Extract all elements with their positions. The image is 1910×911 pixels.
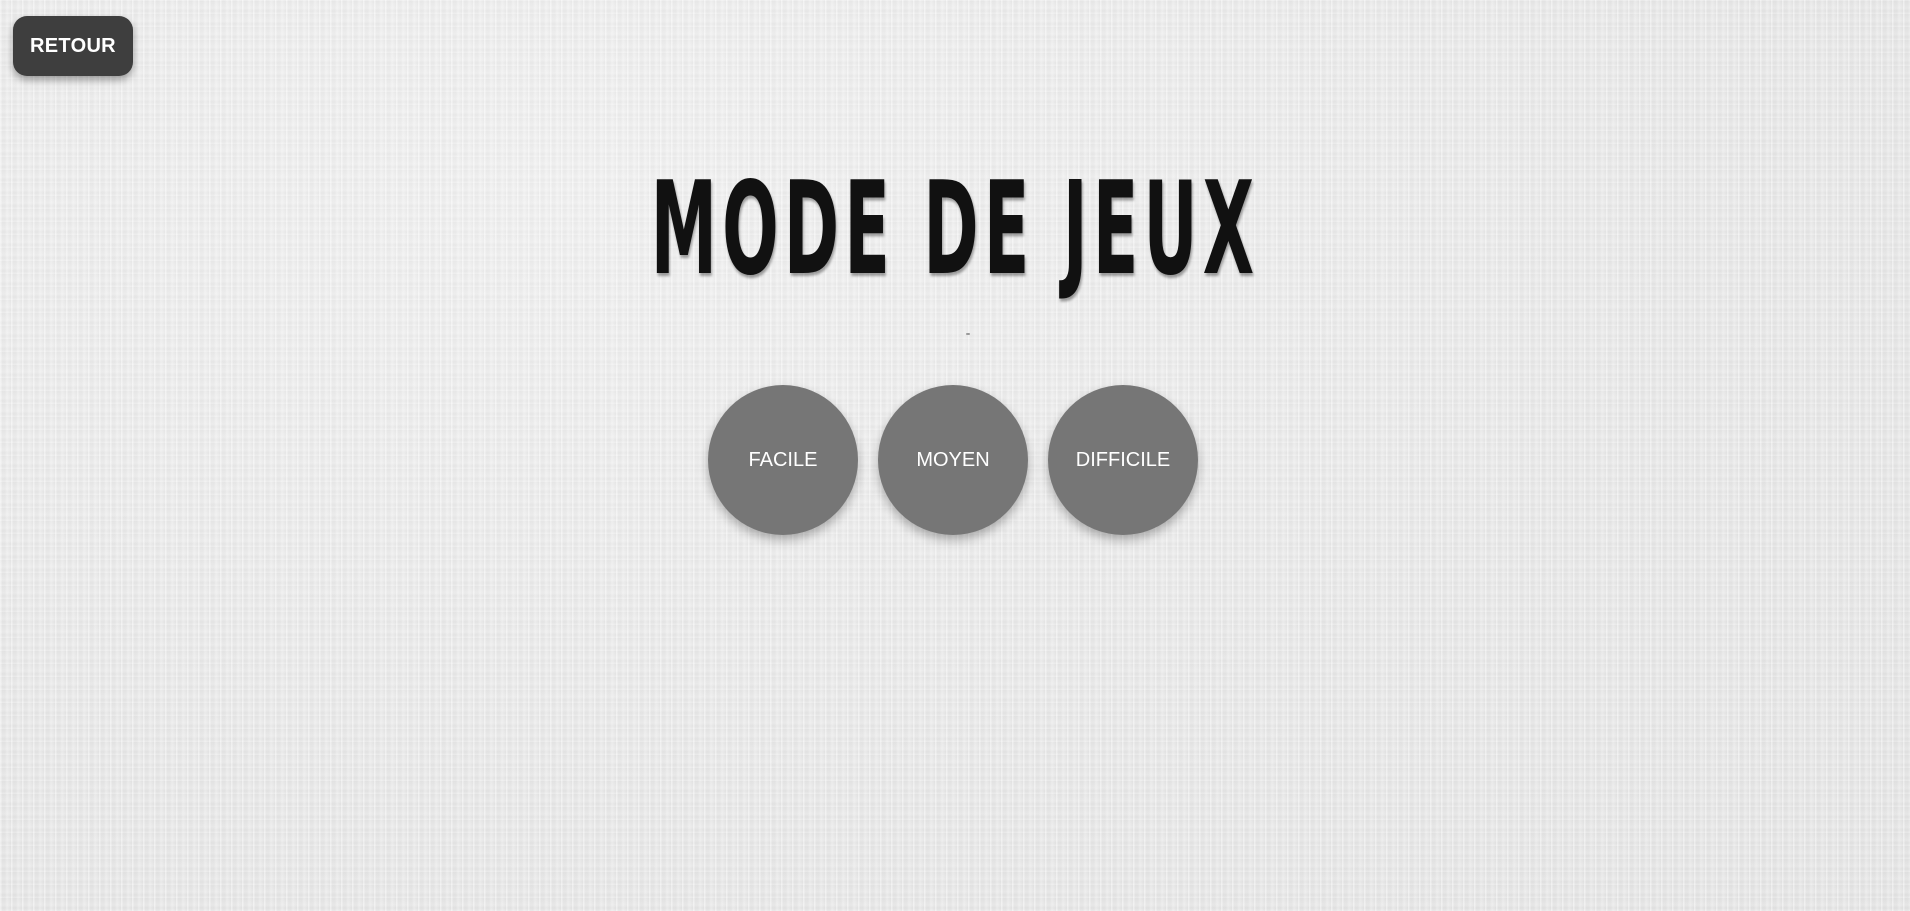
back-button[interactable]: RETOUR [13,16,133,76]
difficulty-options: FACILE MOYEN DIFFICILE [708,385,1198,535]
hard-button[interactable]: DIFFICILE [1048,385,1198,535]
decorative-dot [966,333,970,335]
page-title: MODE DE JEUX [650,155,1260,304]
medium-button[interactable]: MOYEN [878,385,1028,535]
easy-button[interactable]: FACILE [708,385,858,535]
